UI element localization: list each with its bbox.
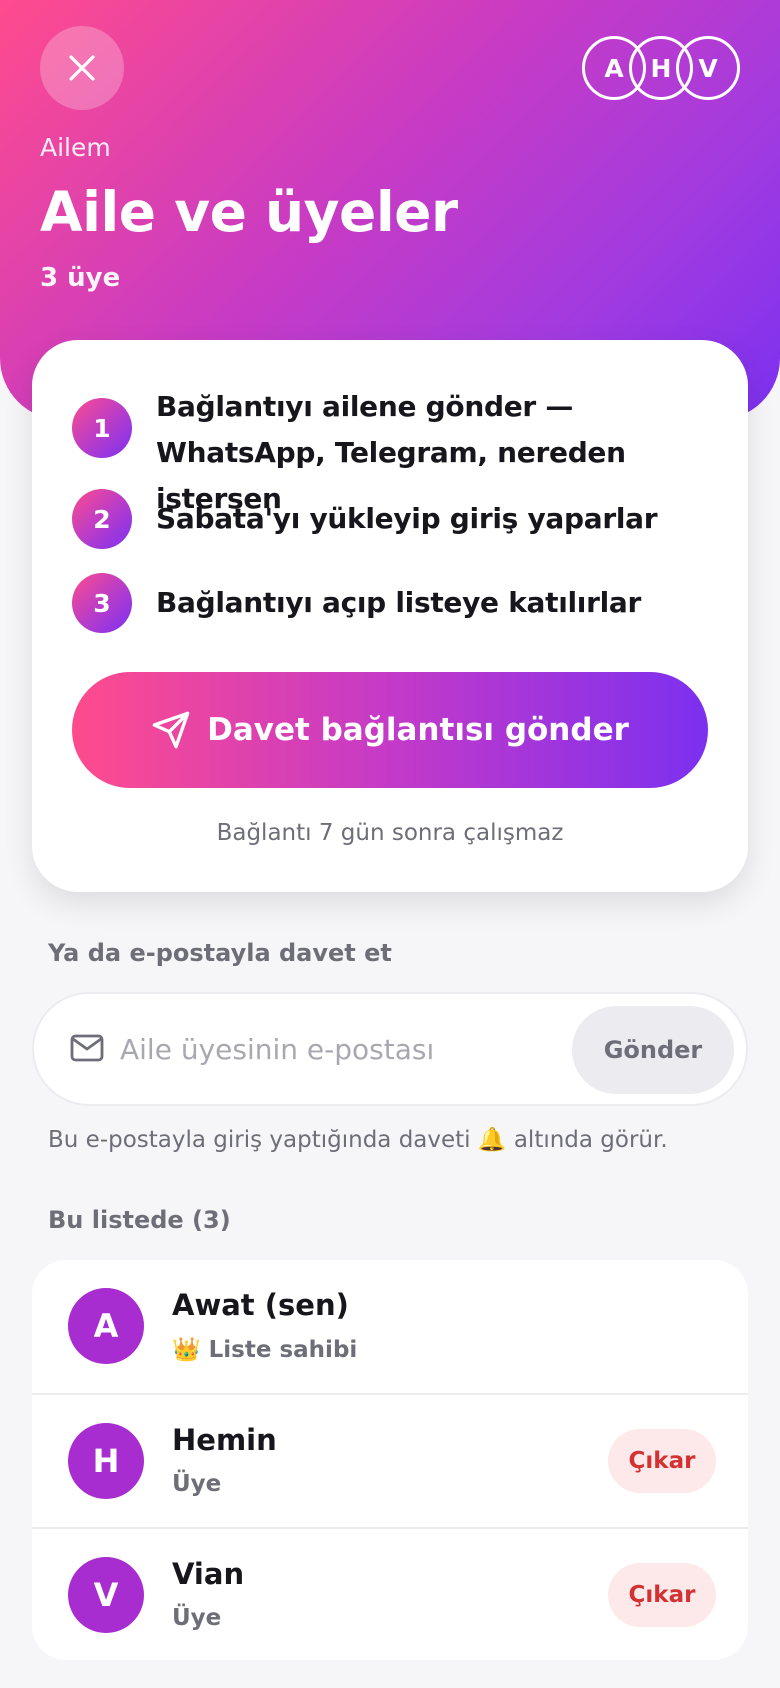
email-input[interactable] [120, 1020, 580, 1078]
step-number: 3 [72, 573, 132, 633]
list-item: H Hemin Üye Çıkar [32, 1393, 748, 1527]
email-send-button[interactable]: Gönder [572, 1006, 734, 1094]
member-role: 👑 Liste sahibi [172, 1337, 358, 1363]
avatar: A [68, 1288, 144, 1364]
list-item: A Awat (sen) 👑 Liste sahibi [32, 1260, 748, 1394]
close-button[interactable] [40, 26, 124, 110]
members-list: A Awat (sen) 👑 Liste sahibi H Hemin Üye … [32, 1260, 748, 1660]
email-hint: Bu e-postayla giriş yaptığında daveti 🔔 … [48, 1127, 668, 1153]
invite-card: 1 Bağlantıyı ailene gönder — WhatsApp, T… [32, 340, 748, 892]
avatar: V [68, 1557, 144, 1633]
member-avatars: A H V [582, 36, 740, 100]
step-number: 1 [72, 398, 132, 458]
page-title: Aile ve üyeler [40, 180, 458, 244]
close-icon [69, 55, 95, 81]
member-name: Awat (sen) [172, 1288, 349, 1322]
step-number: 2 [72, 489, 132, 549]
member-count: 3 üye [40, 263, 121, 293]
member-name: Vian [172, 1557, 245, 1591]
step-text: Bağlantıyı açıp listeye katılırlar [156, 586, 641, 619]
list-item: V Vian Üye Çıkar [32, 1527, 748, 1660]
invite-step: 3 Bağlantıyı açıp listeye katılırlar [72, 573, 702, 633]
expiry-note: Bağlantı 7 gün sonra çalışmaz [216, 820, 564, 846]
invite-step: 2 Sabata'yı yükleyip giriş yaparlar [72, 489, 702, 549]
send-invite-label: Davet bağlantısı gönder [207, 712, 629, 748]
members-section-label: Bu listede (3) [48, 1206, 231, 1234]
header-eyebrow: Ailem [40, 133, 111, 162]
send-icon [152, 711, 190, 749]
member-name: Hemin [172, 1423, 277, 1457]
mail-icon [70, 1034, 104, 1062]
member-role: Üye [172, 1471, 222, 1497]
member-role: Üye [172, 1605, 222, 1631]
email-section-label: Ya da e-postayla davet et [48, 939, 392, 967]
remove-member-button[interactable]: Çıkar [608, 1563, 716, 1627]
remove-member-button[interactable]: Çıkar [608, 1429, 716, 1493]
send-invite-button[interactable]: Davet bağlantısı gönder [72, 672, 708, 788]
email-invite-row: Gönder [32, 992, 748, 1106]
avatar: V [676, 36, 740, 100]
step-text: Sabata'yı yükleyip giriş yaparlar [156, 502, 658, 535]
avatar: H [68, 1423, 144, 1499]
